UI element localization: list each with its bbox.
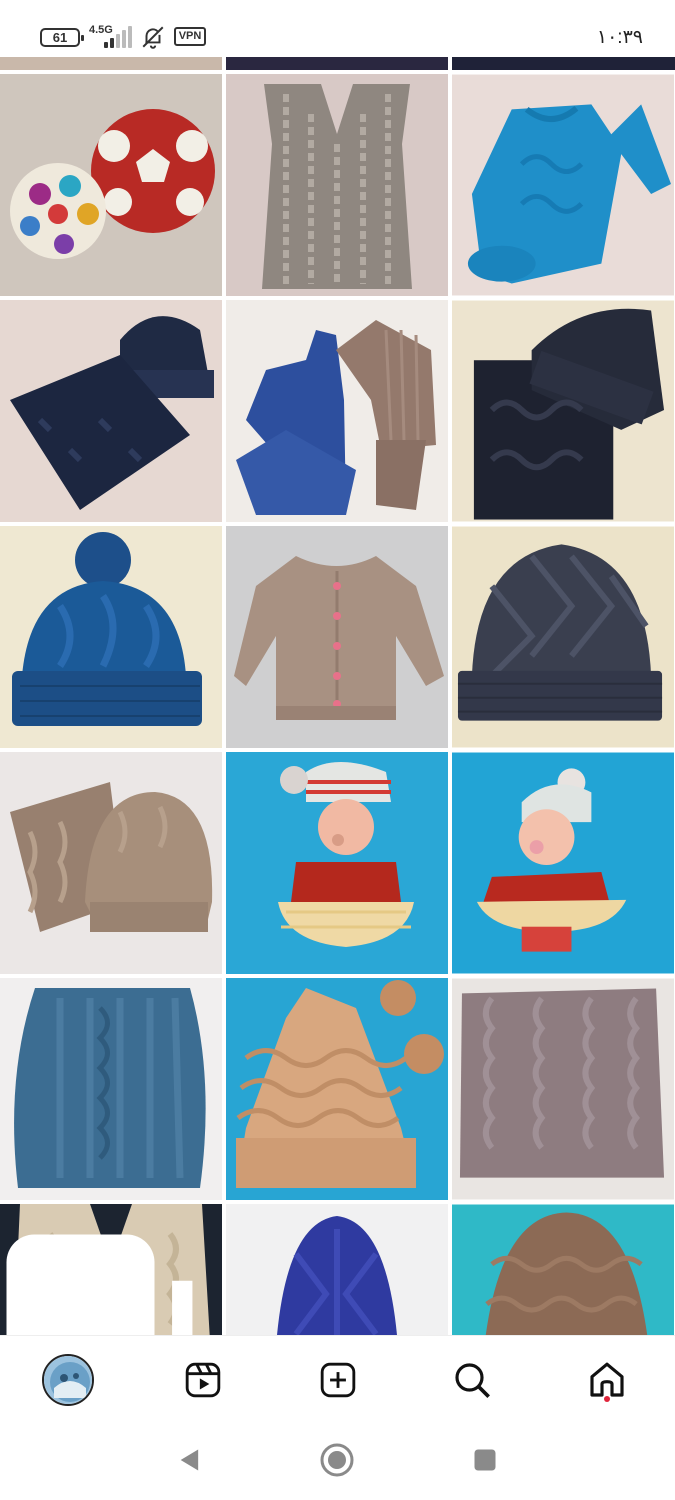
grid-tile-beige-cardigan[interactable]	[226, 526, 448, 748]
grid-tile-cream-vest[interactable]	[0, 1204, 222, 1335]
brown-beanie-image	[452, 1204, 674, 1335]
grid-tile-blue-sweater[interactable]	[452, 74, 674, 296]
grey-beanie-image	[452, 526, 674, 748]
grid-tile-dark-hat-cowl[interactable]	[452, 300, 674, 522]
reels-tab[interactable]	[175, 1352, 231, 1408]
profile-tab[interactable]	[40, 1352, 96, 1408]
crochet-balls-image	[0, 74, 222, 296]
reels-icon	[185, 1362, 221, 1398]
home-icon	[590, 1362, 624, 1397]
navy-beanie-image	[226, 1204, 448, 1335]
mauve-cowl-image	[452, 978, 674, 1200]
grid-tile-doll-dress-2[interactable]	[452, 752, 674, 974]
doll-dress-image	[226, 752, 448, 974]
grid-tile-navy-hat-cowl[interactable]	[0, 300, 222, 522]
create-tab[interactable]	[310, 1352, 366, 1408]
grid-tile-navy-beanie[interactable]	[226, 1204, 448, 1335]
status-bar: 61 4.5G VPN ۱۰:۳۹	[0, 0, 675, 60]
blue-sweater-image	[452, 74, 674, 296]
posts-grid	[0, 57, 675, 1335]
create-post-icon	[320, 1362, 356, 1398]
profile-avatar	[42, 1354, 94, 1406]
vpn-icon: VPN	[174, 27, 206, 46]
grid-tile-mauve-cowl[interactable]	[452, 978, 674, 1200]
battery-icon: 61	[40, 28, 84, 47]
blue-pompom-hat-image	[0, 526, 222, 748]
beige-cardigan-image	[226, 526, 448, 748]
blue-cowl-image	[0, 978, 222, 1200]
search-tab[interactable]	[444, 1352, 500, 1408]
wave-hat-image	[226, 978, 448, 1200]
search-icon	[455, 1363, 490, 1398]
mute-icon	[142, 26, 164, 49]
recents-button[interactable]	[465, 1440, 505, 1480]
cable-vest-image	[226, 74, 448, 296]
grid-tile-crochet-balls[interactable]	[0, 74, 222, 296]
grid-tile-wave-hat[interactable]	[226, 978, 448, 1200]
grid-tile-blue-cowl[interactable]	[0, 978, 222, 1200]
signal-icon	[104, 26, 134, 48]
grid-tile-blue-pompom-hat[interactable]	[0, 526, 222, 748]
grid-tile-tan-hat-cowl[interactable]	[0, 752, 222, 974]
bottom-navigation	[0, 1335, 675, 1425]
tan-hat-cowl-image	[0, 752, 222, 974]
grid-tile-grey-beanie[interactable]	[452, 526, 674, 748]
grid-tile-doll-dress[interactable]	[226, 752, 448, 974]
fingerless-gloves-image	[226, 300, 448, 522]
clock: ۱۰:۳۹	[596, 27, 643, 48]
grid-tile-fingerless-gloves[interactable]	[226, 300, 448, 522]
navy-hat-cowl-image	[0, 300, 222, 522]
back-icon	[180, 1449, 199, 1471]
notification-dot	[604, 1396, 610, 1402]
back-button[interactable]	[170, 1440, 210, 1480]
doll-dress-2-image	[452, 752, 674, 974]
partial-row	[0, 57, 675, 70]
carousel-icon	[6, 1234, 193, 1335]
grid-tile-brown-beanie[interactable]	[452, 1204, 674, 1335]
dark-hat-cowl-image	[452, 300, 674, 522]
home-button[interactable]	[317, 1440, 357, 1480]
system-navigation	[0, 1425, 675, 1500]
home-tab[interactable]	[579, 1352, 635, 1408]
grid-tile-cable-vest[interactable]	[226, 74, 448, 296]
recents-icon	[474, 1449, 496, 1471]
home-button-icon	[320, 1443, 354, 1477]
